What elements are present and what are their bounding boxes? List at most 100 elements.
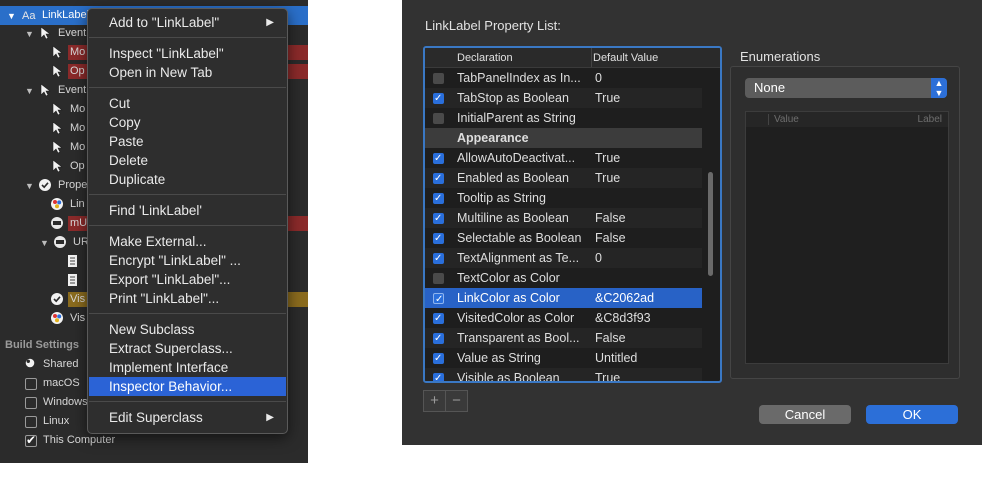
- row-checkbox[interactable]: [433, 369, 444, 381]
- table-group-row[interactable]: Appearance: [425, 128, 702, 148]
- table-row[interactable]: Tooltip as String: [425, 188, 702, 209]
- row-checkbox[interactable]: [433, 169, 444, 189]
- build-target-checkbox[interactable]: [25, 431, 37, 450]
- enumerations-table[interactable]: Value Label: [745, 111, 949, 364]
- table-row[interactable]: InitialParent as String: [425, 108, 702, 128]
- navigator-item-label: mU: [70, 217, 88, 229]
- cancel-button[interactable]: Cancel: [759, 405, 851, 424]
- property-table[interactable]: Declaration Default Value TabPanelIndex …: [423, 46, 722, 383]
- default-value-cell[interactable]: &C8d3f93: [595, 308, 651, 328]
- check-circle-icon: [38, 178, 52, 192]
- color-wheel-icon: [50, 311, 64, 325]
- table-row[interactable]: Enabled as Boolean True: [425, 168, 702, 189]
- row-checkbox[interactable]: [433, 209, 444, 229]
- menu-item-export-linklabel[interactable]: Export "LinkLabel"...: [89, 270, 286, 289]
- column-header-value[interactable]: Value: [774, 112, 799, 127]
- menu-item-inspector-behavior[interactable]: Inspector Behavior...: [89, 377, 286, 396]
- disclosure-triangle-icon[interactable]: ▼: [25, 177, 34, 196]
- document-icon: [65, 273, 79, 287]
- enumerations-label: Enumerations: [740, 49, 821, 64]
- menu-item-implement-interface[interactable]: Implement Interface: [89, 358, 286, 377]
- menu-item-new-subclass[interactable]: New Subclass: [89, 320, 286, 339]
- ok-button[interactable]: OK: [866, 405, 958, 424]
- row-checkbox[interactable]: [433, 113, 444, 124]
- menu-item-open-in-new-tab[interactable]: Open in New Tab: [89, 63, 286, 82]
- column-header-label[interactable]: Label: [918, 112, 942, 127]
- menu-separator: [89, 225, 286, 226]
- disclosure-triangle-icon[interactable]: ▼: [40, 234, 49, 253]
- menu-item-label: Delete: [109, 153, 149, 168]
- disclosure-triangle-icon[interactable]: ▼: [25, 25, 34, 44]
- aa-icon: Aa: [22, 8, 36, 22]
- row-checkbox[interactable]: [433, 290, 444, 310]
- default-value-cell[interactable]: &C2062ad: [595, 288, 654, 308]
- row-checkbox[interactable]: [433, 189, 444, 209]
- menu-item-encrypt-linklabel[interactable]: Encrypt "LinkLabel" ...: [89, 251, 286, 270]
- table-row[interactable]: Multiline as Boolean False: [425, 208, 702, 229]
- navigator-item-label: Vis: [70, 312, 86, 324]
- menu-item-find-linklabel[interactable]: Find 'LinkLabel': [89, 201, 286, 220]
- table-row[interactable]: AllowAutoDeactivat... True: [425, 148, 702, 169]
- default-value-cell[interactable]: True: [595, 148, 620, 168]
- menu-item-label: Extract Superclass...: [109, 341, 233, 356]
- navigator-item-label: Prope: [58, 179, 88, 191]
- table-row[interactable]: TabStop as Boolean True: [425, 88, 702, 109]
- default-value-cell[interactable]: False: [595, 328, 626, 348]
- vertical-scrollbar[interactable]: [708, 172, 713, 276]
- column-header-default-value[interactable]: Default Value: [593, 52, 658, 64]
- declaration-cell: VisitedColor as Color: [457, 311, 575, 325]
- menu-item-edit-superclass[interactable]: Edit Superclass ▶: [89, 408, 286, 427]
- row-checkbox[interactable]: [433, 273, 444, 284]
- table-row[interactable]: LinkColor as Color&C2062ad: [425, 288, 702, 310]
- enumerations-popup-value: None: [754, 80, 786, 95]
- disclosure-triangle-icon[interactable]: ▼: [25, 82, 34, 101]
- menu-item-print-linklabel[interactable]: Print "LinkLabel"...: [89, 289, 286, 308]
- row-checkbox[interactable]: [433, 349, 444, 369]
- table-row[interactable]: TextAlignment as Te... 0: [425, 248, 702, 269]
- row-checkbox[interactable]: [433, 229, 444, 249]
- table-row[interactable]: TextColor as Color: [425, 268, 702, 288]
- menu-item-cut[interactable]: Cut: [89, 94, 286, 113]
- menu-item-duplicate[interactable]: Duplicate: [89, 170, 286, 189]
- default-value-cell[interactable]: True: [595, 88, 620, 108]
- column-header-declaration[interactable]: Declaration: [457, 52, 513, 64]
- build-target-checkbox[interactable]: [25, 378, 37, 390]
- default-value-cell[interactable]: True: [595, 368, 620, 381]
- build-target-checkbox[interactable]: [25, 397, 37, 409]
- table-row[interactable]: Visible as Boolean True: [425, 368, 702, 381]
- default-value-cell[interactable]: False: [595, 208, 626, 228]
- table-row[interactable]: Value as String Untitled: [425, 348, 702, 369]
- default-value-cell[interactable]: False: [595, 228, 626, 248]
- menu-item-extract-superclass[interactable]: Extract Superclass...: [89, 339, 286, 358]
- table-row[interactable]: Transparent as Bool... False: [425, 328, 702, 349]
- default-value-cell[interactable]: 0: [595, 68, 602, 88]
- declaration-cell: Multiline as Boolean: [457, 211, 569, 225]
- menu-item-paste[interactable]: Paste: [89, 132, 286, 151]
- menu-item-inspect-linklabel[interactable]: Inspect "LinkLabel": [89, 44, 286, 63]
- default-value-cell[interactable]: True: [595, 168, 620, 188]
- submenu-arrow-icon: ▶: [266, 412, 274, 423]
- menu-item-label: New Subclass: [109, 322, 195, 337]
- build-target-checkbox[interactable]: [25, 416, 37, 428]
- row-checkbox[interactable]: [433, 149, 444, 169]
- default-value-cell[interactable]: Untitled: [595, 348, 637, 368]
- row-checkbox[interactable]: [433, 309, 444, 329]
- menu-item-delete[interactable]: Delete: [89, 151, 286, 170]
- cursor-icon: [50, 64, 64, 78]
- row-checkbox[interactable]: [433, 249, 444, 269]
- table-row[interactable]: Selectable as Boolean False: [425, 228, 702, 249]
- menu-item-copy[interactable]: Copy: [89, 113, 286, 132]
- row-checkbox[interactable]: [433, 329, 444, 349]
- remove-property-button[interactable]: −: [445, 390, 468, 412]
- table-row[interactable]: VisitedColor as Color&C8d3f93: [425, 308, 702, 329]
- row-checkbox[interactable]: [433, 89, 444, 109]
- menu-item-make-external[interactable]: Make External...: [89, 232, 286, 251]
- row-checkbox[interactable]: [433, 73, 444, 84]
- build-target-label: macOS: [43, 377, 80, 389]
- add-property-button[interactable]: +: [423, 390, 446, 412]
- default-value-cell[interactable]: 0: [595, 248, 602, 268]
- menu-item-label: Duplicate: [109, 172, 166, 187]
- table-row[interactable]: TabPanelIndex as In... 0: [425, 68, 702, 88]
- enumerations-popup[interactable]: None ▲ ▼: [745, 78, 947, 98]
- menu-item-add-to-linklabel[interactable]: Add to "LinkLabel" ▶: [89, 13, 286, 32]
